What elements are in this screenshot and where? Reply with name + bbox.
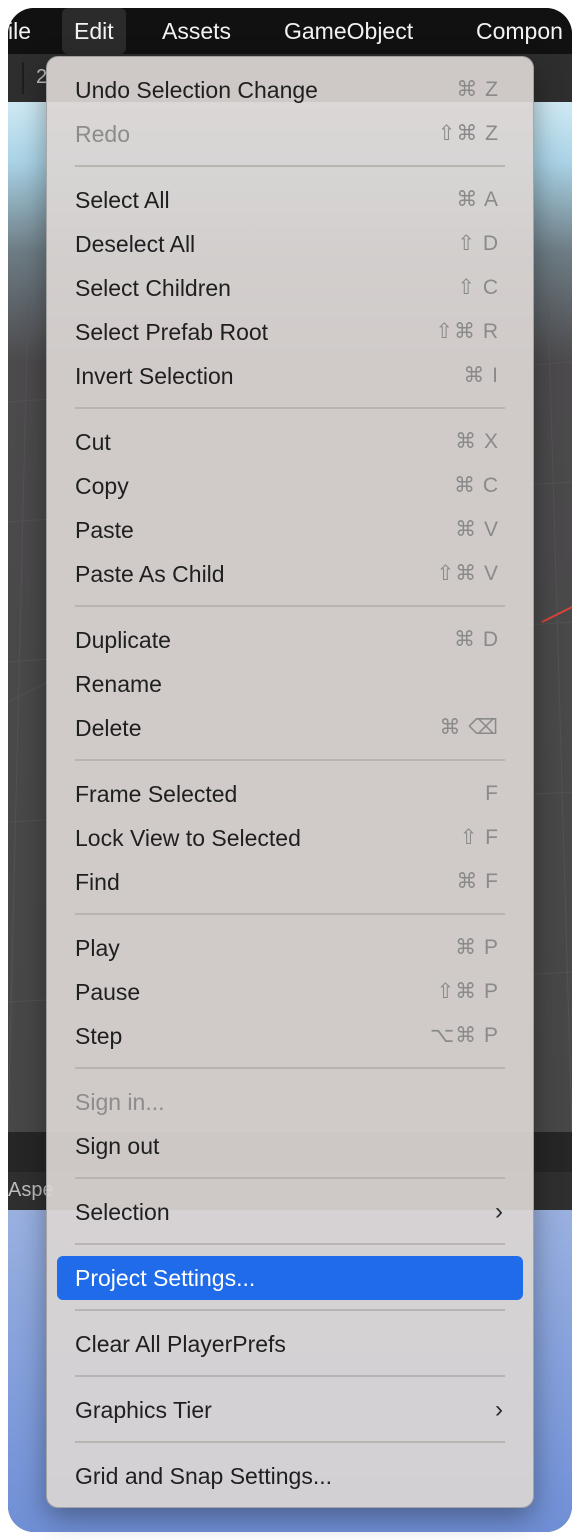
menu-item-label: Select All [75,187,170,213]
menu-separator [75,1441,505,1443]
menu-assets[interactable]: Assets [162,8,231,54]
menu-item-paste-as-child[interactable]: Paste As Child ⇧⌘ V [57,552,523,596]
menu-item-select-children[interactable]: Select Children ⇧ C [57,266,523,310]
menu-file[interactable]: ile [8,8,31,54]
shortcut-label: ⌘ F [456,870,499,893]
menu-item-clear-playerprefs[interactable]: Clear All PlayerPrefs [57,1322,523,1366]
menu-item-pause[interactable]: Pause ⇧⌘ P [57,970,523,1014]
menu-item-cut[interactable]: Cut ⌘ X [57,420,523,464]
menu-item-undo[interactable]: Undo Selection Change ⌘ Z [57,68,523,112]
shortcut-label: ⌘ P [455,936,499,959]
menu-item-label: Delete [75,715,142,741]
shortcut-label: ⌘ V [455,518,499,541]
menu-item-lock-view[interactable]: Lock View to Selected ⇧ F [57,816,523,860]
menu-item-label: Play [75,935,120,961]
menu-item-label: Deselect All [75,231,196,257]
menu-component[interactable]: Compon [476,8,563,54]
menu-item-duplicate[interactable]: Duplicate ⌘ D [57,618,523,662]
menu-item-label: Cut [75,429,111,455]
menu-item-copy[interactable]: Copy ⌘ C [57,464,523,508]
menu-item-grid-snap-settings[interactable]: Grid and Snap Settings... [57,1454,523,1498]
shortcut-label: ⇧ C [457,276,499,299]
menu-item-label: Graphics Tier [75,1397,212,1423]
menu-item-deselect-all[interactable]: Deselect All ⇧ D [57,222,523,266]
menu-item-label: Pause [75,979,141,1005]
menu-item-graphics-tier[interactable]: Graphics Tier › [57,1388,523,1432]
menu-edit[interactable]: Edit [62,8,126,54]
menu-item-label: Copy [75,473,129,499]
shortcut-label: ⇧⌘ P [436,980,499,1003]
shortcut-label: ⇧ D [457,232,499,255]
menu-item-select-all[interactable]: Select All ⌘ A [57,178,523,222]
menu-item-label: Project Settings... [75,1265,256,1291]
menu-item-delete[interactable]: Delete ⌘ ⌫ [57,706,523,750]
menu-item-project-settings[interactable]: Project Settings... [57,1256,523,1300]
shortcut-label: ⌘ A [456,188,499,211]
shortcut-label: F [485,782,499,805]
menu-item-redo: Redo ⇧⌘ Z [57,112,523,156]
menu-item-sign-in: Sign in... [57,1080,523,1124]
menu-item-step[interactable]: Step ⌥⌘ P [57,1014,523,1058]
shortcut-label: ⌘ ⌫ [439,716,499,739]
menu-item-label: Undo Selection Change [75,77,318,103]
menu-item-selection[interactable]: Selection › [57,1190,523,1234]
menu-item-label: Select Children [75,275,231,301]
chevron-right-icon: › [495,1396,503,1423]
menu-item-invert-selection[interactable]: Invert Selection ⌘ I [57,354,523,398]
menu-item-play[interactable]: Play ⌘ P [57,926,523,970]
toolbar-divider [22,62,24,94]
shortcut-label: ⇧⌘ Z [437,122,499,145]
shortcut-label: ⇧ F [459,826,499,849]
menu-separator [75,1309,505,1311]
shortcut-label: ⌘ I [463,364,499,387]
chevron-right-icon: › [495,1198,503,1225]
menu-separator [75,1375,505,1377]
shortcut-label: ⌘ D [454,628,499,651]
menu-gameobject[interactable]: GameObject [284,8,413,54]
menu-bar: ile Edit Assets GameObject Compon [8,8,572,54]
menu-item-label: Clear All PlayerPrefs [75,1331,286,1357]
menu-separator [75,1177,505,1179]
menu-item-label: Select Prefab Root [75,319,269,345]
shortcut-label: ⌥⌘ P [429,1024,499,1047]
menu-separator [75,1243,505,1245]
menu-item-frame-selected[interactable]: Frame Selected F [57,772,523,816]
menu-item-label: Sign in... [75,1089,165,1115]
menu-item-label: Duplicate [75,627,171,653]
menu-separator [75,913,505,915]
shortcut-label: ⌘ C [454,474,499,497]
menu-item-paste[interactable]: Paste ⌘ V [57,508,523,552]
menu-item-label: Step [75,1023,123,1049]
menu-item-label: Paste [75,517,134,543]
menu-item-label: Invert Selection [75,363,234,389]
menu-item-select-prefab-root[interactable]: Select Prefab Root ⇧⌘ R [57,310,523,354]
menu-item-rename[interactable]: Rename [57,662,523,706]
menu-separator [75,1067,505,1069]
edit-menu: Undo Selection Change ⌘ Z Redo ⇧⌘ Z Sele… [46,56,534,1508]
menu-item-label: Lock View to Selected [75,825,301,851]
shortcut-label: ⇧⌘ R [435,320,499,343]
menu-item-label: Selection [75,1199,170,1225]
shortcut-label: ⌘ X [455,430,499,453]
menu-separator [75,165,505,167]
shortcut-label: ⌘ Z [456,78,499,101]
menu-item-label: Frame Selected [75,781,238,807]
menu-item-find[interactable]: Find ⌘ F [57,860,523,904]
menu-item-label: Rename [75,671,162,697]
menu-separator [75,759,505,761]
menu-separator [75,407,505,409]
menu-item-sign-out[interactable]: Sign out [57,1124,523,1168]
menu-item-label: Redo [75,121,130,147]
menu-item-label: Find [75,869,120,895]
shortcut-label: ⇧⌘ V [436,562,499,585]
menu-item-label: Sign out [75,1133,160,1159]
menu-item-label: Grid and Snap Settings... [75,1463,332,1489]
menu-item-label: Paste As Child [75,561,225,587]
menu-separator [75,605,505,607]
